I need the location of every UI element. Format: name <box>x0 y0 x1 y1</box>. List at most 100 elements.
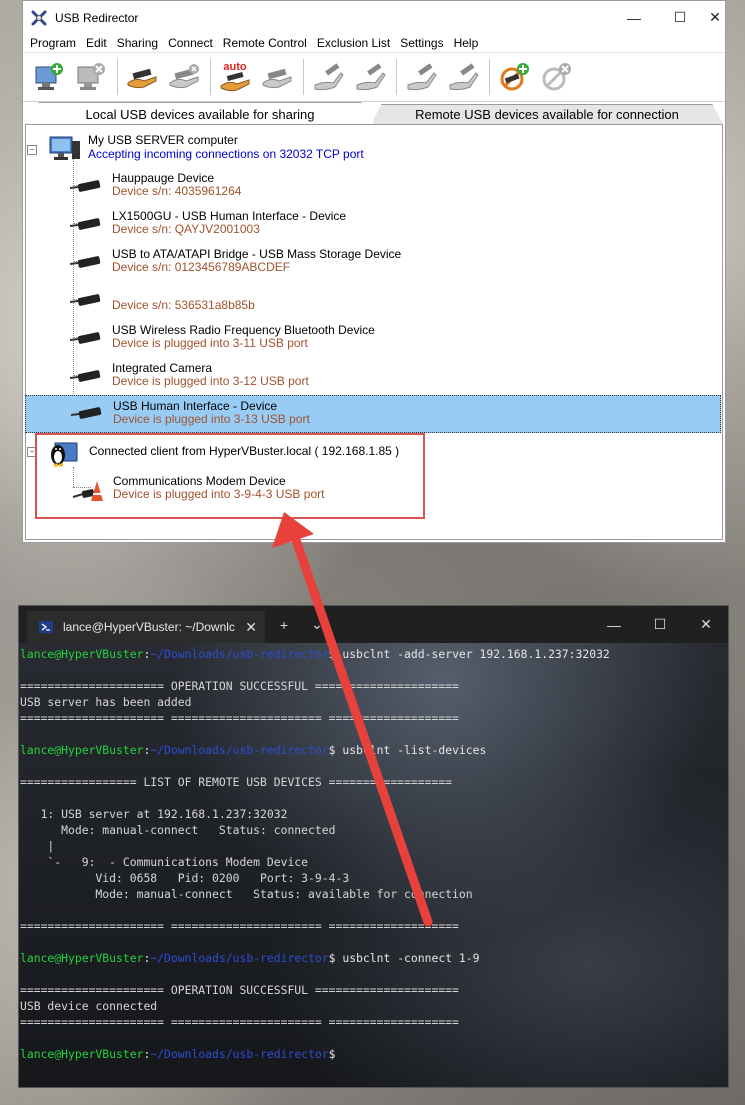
disconnect-device-button[interactable] <box>350 57 390 97</box>
auto-connect-button[interactable] <box>401 57 441 97</box>
terminal-output-line: Vid: 0658 Pid: 0200 Port: 3-9-4-3 <box>20 871 350 885</box>
terminal-window: lance@HyperVBuster: ~/Downlc ✕ + ⌄ — ☐ ✕… <box>18 605 729 1088</box>
terminal-output-line: Mode: manual-connect Status: connected <box>20 823 336 837</box>
tab-strip: Remote USB devices available for connect… <box>23 102 725 125</box>
device-detail: Device is plugged into 3-11 USB port <box>112 336 308 350</box>
disconnect-device-icon <box>356 63 386 91</box>
prompt-command: usbclnt -list-devices <box>335 743 487 757</box>
toolbar-separator <box>303 59 304 95</box>
device-detail: Device is plugged into 3-12 USB port <box>112 374 309 388</box>
toolbar-separator <box>489 59 490 95</box>
terminal-close-button[interactable]: ✕ <box>683 606 729 643</box>
add-server-icon <box>35 63 63 90</box>
menu-program[interactable]: Program <box>25 36 81 50</box>
menu-exclusion-list[interactable]: Exclusion List <box>312 36 395 50</box>
minimize-button[interactable]: — <box>611 1 657 34</box>
terminal-maximize-button[interactable]: ☐ <box>637 606 683 643</box>
terminal-prompt-line: lance@HyperVBuster:~/Downloads/usb-redir… <box>20 743 486 757</box>
auto-label: auto <box>223 61 247 73</box>
prompt-path: ~/Downloads/usb-redirector <box>150 951 329 965</box>
usb-plug-icon <box>70 332 101 344</box>
connect-device-icon <box>314 63 344 91</box>
terminal-output-line: ===================== ==================… <box>20 1015 459 1029</box>
close-tab-icon[interactable]: ✕ <box>245 619 257 636</box>
prompt-path: ~/Downloads/usb-redirector <box>150 1047 329 1061</box>
terminal-output-line: ================= LIST OF REMOTE USB DEV… <box>20 775 453 789</box>
close-button[interactable]: ✕ <box>703 1 727 34</box>
terminal-tab-title: lance@HyperVBuster: ~/Downlc <box>63 620 235 634</box>
menu-remote-control[interactable]: Remote Control <box>218 36 312 50</box>
tab-local-devices[interactable]: Local USB devices available for sharing <box>25 102 375 125</box>
title-bar[interactable]: USB Redirector — ☐ ✕ <box>23 1 725 34</box>
terminal-minimize-button[interactable]: — <box>591 606 637 643</box>
add-exclusion-button[interactable] <box>494 57 534 97</box>
menu-settings[interactable]: Settings <box>395 36 448 50</box>
prompt-command: usbclnt -connect 1-9 <box>335 951 480 965</box>
prompt-path: ~/Downloads/usb-redirector <box>150 647 329 661</box>
auto-share-icon: auto <box>220 61 250 92</box>
remove-exclusion-icon <box>542 63 571 91</box>
terminal-output[interactable]: lance@HyperVBuster:~/Downloads/usb-redir… <box>19 643 728 1087</box>
menu-help[interactable]: Help <box>449 36 484 50</box>
device-detail: Device s/n: QAYJV2001003 <box>112 222 260 236</box>
usb-plug-icon <box>70 370 101 382</box>
server-name: My USB SERVER computer <box>88 133 238 147</box>
terminal-output-line: ===================== ==================… <box>20 711 459 725</box>
prompt-user: lance@HyperVBuster <box>20 647 144 661</box>
selected-device-row[interactable]: USB Human Interface - Device Device is p… <box>25 395 721 433</box>
menu-edit[interactable]: Edit <box>81 36 112 50</box>
menu-bar: Program Edit Sharing Connect Remote Cont… <box>23 34 725 52</box>
auto-unshare-icon <box>262 68 292 89</box>
prompt-symbol: $ <box>328 1047 336 1061</box>
add-server-button[interactable] <box>29 57 69 97</box>
terminal-prompt-line: lance@HyperVBuster:~/Downloads/usb-redir… <box>20 951 480 965</box>
maximize-button[interactable]: ☐ <box>657 1 703 34</box>
terminal-output-line: | <box>20 839 55 853</box>
prompt-path: ~/Downloads/usb-redirector <box>150 743 329 757</box>
remove-server-button[interactable] <box>71 57 111 97</box>
terminal-output-line: ===================== OPERATION SUCCESSF… <box>20 679 459 693</box>
terminal-output-line: Mode: manual-connect Status: available f… <box>20 887 473 901</box>
terminal-tab[interactable]: lance@HyperVBuster: ~/Downlc ✕ <box>27 611 265 643</box>
auto-unshare-button[interactable] <box>257 57 297 97</box>
terminal-output-line: ===================== OPERATION SUCCESSF… <box>20 983 459 997</box>
connect-device-button[interactable] <box>308 57 348 97</box>
toolbar: auto <box>23 52 725 102</box>
terminal-prompt-line: lance@HyperVBuster:~/Downloads/usb-redir… <box>20 1047 335 1061</box>
tree-line <box>73 156 74 422</box>
prompt-user: lance@HyperVBuster <box>20 743 144 757</box>
auto-disconnect-icon <box>449 63 479 91</box>
terminal-prompt-line: lance@HyperVBuster:~/Downloads/usb-redir… <box>20 647 610 661</box>
unshare-device-button[interactable] <box>164 57 204 97</box>
toolbar-separator <box>117 59 118 95</box>
usb-plug-icon <box>70 256 101 268</box>
prompt-user: lance@HyperVBuster <box>20 951 144 965</box>
device-detail: Device s/n: 536531a8b85b <box>112 298 255 312</box>
toolbar-separator <box>210 59 211 95</box>
terminal-title-bar[interactable]: lance@HyperVBuster: ~/Downlc ✕ + ⌄ — ☐ ✕ <box>19 606 728 643</box>
tab-dropdown-button[interactable]: ⌄ <box>299 606 335 643</box>
window-title: USB Redirector <box>55 10 139 25</box>
remove-server-icon <box>77 63 105 90</box>
terminal-output-line: 1: USB server at 192.168.1.237:32032 <box>20 807 288 821</box>
device-detail: Device s/n: 4035961264 <box>112 184 242 198</box>
terminal-output-line: USB server has been added <box>20 695 192 709</box>
auto-share-button[interactable]: auto <box>215 57 255 97</box>
prompt-user: lance@HyperVBuster <box>20 1047 144 1061</box>
usb-redirector-window: USB Redirector — ☐ ✕ Program Edit Sharin… <box>22 0 726 543</box>
terminal-output-line: `- 9: - Communications Modem Device <box>20 855 309 869</box>
highlight-box <box>35 433 425 519</box>
usb-plug-icon <box>70 294 101 306</box>
auto-disconnect-button[interactable] <box>443 57 483 97</box>
powershell-icon <box>39 621 53 633</box>
usb-plug-icon <box>70 180 101 192</box>
computer-icon <box>49 136 80 160</box>
collapse-server-toggle[interactable]: − <box>27 145 37 155</box>
share-device-button[interactable] <box>122 57 162 97</box>
menu-sharing[interactable]: Sharing <box>112 36 163 50</box>
terminal-output-line: ===================== ==================… <box>20 919 459 933</box>
remove-exclusion-button[interactable] <box>536 57 576 97</box>
tab-remote-devices[interactable]: Remote USB devices available for connect… <box>371 104 723 124</box>
terminal-output-line: USB device connected <box>20 999 158 1013</box>
menu-connect[interactable]: Connect <box>163 36 218 50</box>
